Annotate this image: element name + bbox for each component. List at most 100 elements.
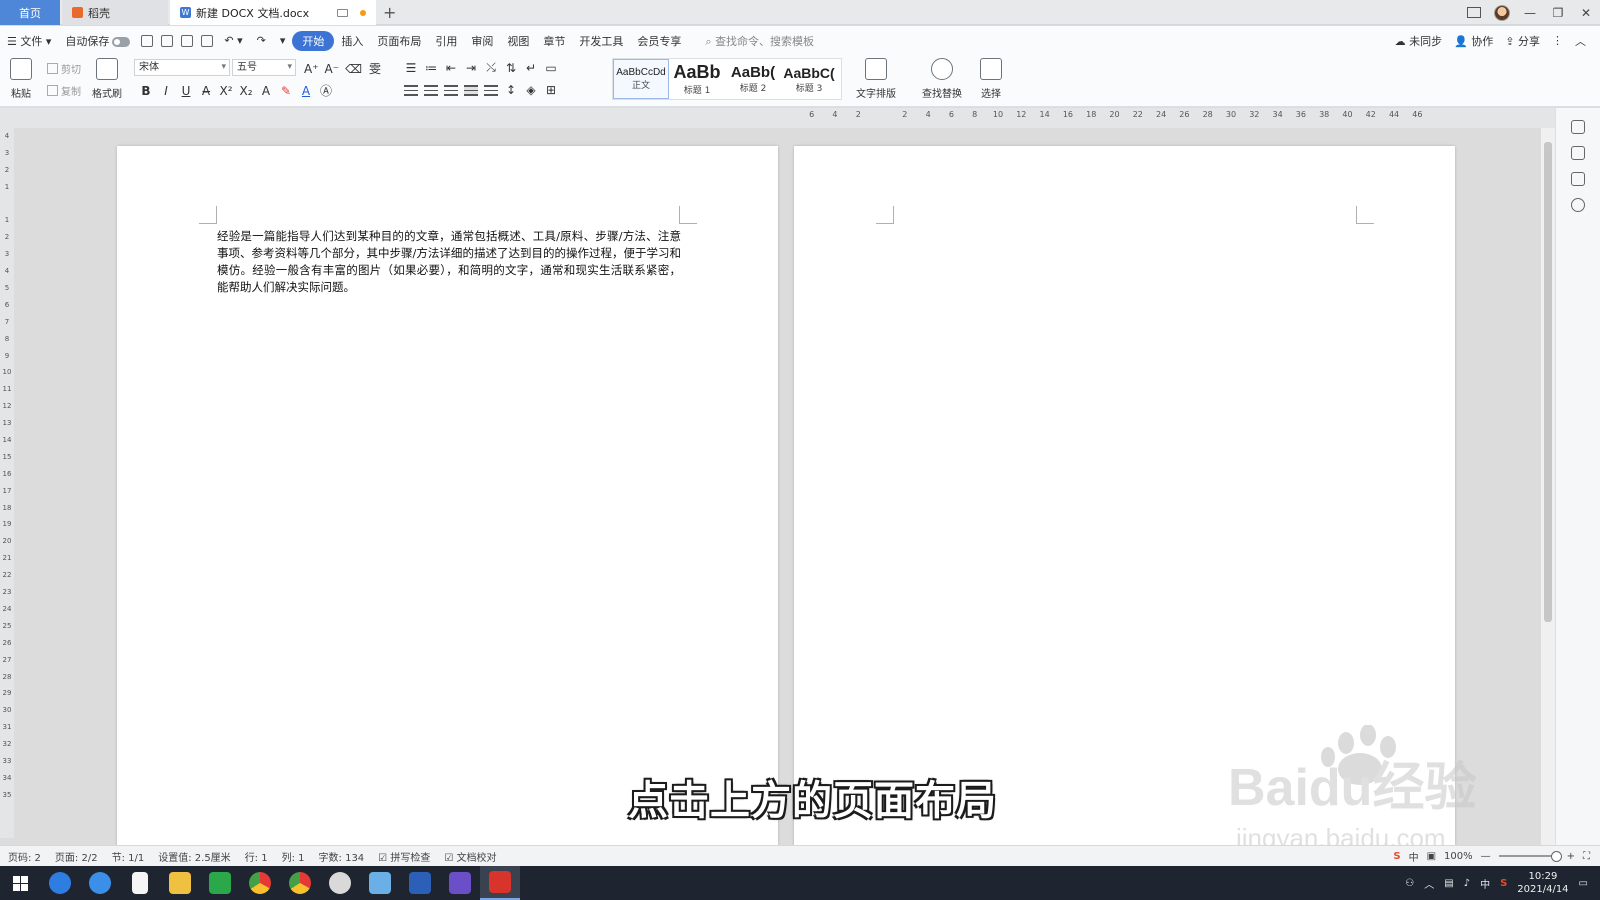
minimize-button[interactable]: —: [1516, 0, 1544, 25]
settings-sliders-icon[interactable]: [1571, 172, 1585, 186]
collaborate-button[interactable]: 👤 协作: [1454, 33, 1493, 49]
new-tab-button[interactable]: +: [383, 3, 396, 22]
taskbar-app-notes[interactable]: [360, 866, 400, 900]
font-color-icon[interactable]: A: [299, 84, 313, 98]
style-heading-2[interactable]: AaBb( 标题 2: [725, 59, 781, 99]
select-button[interactable]: 选择: [980, 58, 1002, 100]
tab-home[interactable]: 首页: [0, 0, 60, 25]
fullscreen-icon[interactable]: ⛶: [1583, 851, 1590, 862]
tab-document[interactable]: W 新建 DOCX 文档.docx: [170, 0, 376, 25]
share-button[interactable]: ⇪ 分享: [1505, 33, 1540, 49]
ime-toolbar-icon[interactable]: S: [1393, 851, 1400, 862]
file-menu[interactable]: ☰ 文件 ▾: [0, 33, 58, 49]
bullet-list-icon[interactable]: ☰: [404, 61, 418, 75]
vertical-scrollbar[interactable]: [1541, 128, 1555, 845]
find-replace-button[interactable]: 查找替换: [922, 58, 962, 100]
superscript-icon[interactable]: X²: [219, 84, 233, 98]
menu-item-references[interactable]: 引用: [428, 33, 464, 49]
numbered-list-icon[interactable]: ≔: [424, 61, 438, 75]
paste-button[interactable]: 粘贴: [10, 58, 32, 100]
tray-ime-mode[interactable]: 中: [1480, 876, 1490, 891]
status-word-count[interactable]: 字数: 134: [319, 849, 365, 864]
pointer-icon[interactable]: [1571, 146, 1585, 160]
strikethrough-icon[interactable]: A̶: [199, 84, 213, 98]
status-page-number[interactable]: 页码: 2: [8, 849, 41, 864]
char-border-icon[interactable]: Ⓐ: [319, 82, 333, 99]
copy-button[interactable]: 复制: [47, 83, 81, 98]
network-icon[interactable]: ▤: [1444, 878, 1453, 889]
people-icon[interactable]: ⚇: [1405, 878, 1414, 889]
underline-icon[interactable]: U: [179, 84, 193, 98]
zoom-level[interactable]: 100%: [1444, 851, 1473, 862]
align-right-icon[interactable]: [444, 84, 458, 96]
more-menu-icon[interactable]: ⋮: [1552, 34, 1563, 47]
zoom-in-button[interactable]: +: [1567, 851, 1575, 862]
document-page-1[interactable]: 经验是一篇能指导人们达到某种目的的文章，通常包括概述、工具/原料、步骤/方法、注…: [117, 146, 778, 845]
sync-status-button[interactable]: ☁ 未同步: [1395, 33, 1443, 49]
ime-mode[interactable]: 中: [1409, 849, 1419, 864]
tray-overflow-icon[interactable]: ︿: [1424, 876, 1434, 891]
sort-icon[interactable]: ⇅: [504, 61, 518, 75]
screen-cast-icon[interactable]: [337, 8, 348, 17]
quick-access-dropdown[interactable]: ▾: [273, 34, 293, 47]
taskbar-app-word[interactable]: [400, 866, 440, 900]
command-search[interactable]: ⌕ 查找命令、搜索模板: [698, 33, 821, 49]
redo-button[interactable]: ↷: [250, 34, 273, 47]
user-avatar-button[interactable]: [1488, 0, 1516, 25]
highlight-icon[interactable]: ✎: [279, 84, 293, 98]
style-normal[interactable]: AaBbCcDd 正文: [613, 59, 669, 99]
spell-check-button[interactable]: ☑ 拼写检查: [378, 849, 430, 864]
grow-font-icon[interactable]: A⁺: [304, 62, 319, 76]
zoom-out-button[interactable]: —: [1481, 851, 1491, 862]
align-center-icon[interactable]: [424, 84, 438, 96]
table-tools-icon[interactable]: ▭: [544, 61, 558, 75]
restore-button[interactable]: ❐: [1544, 0, 1572, 25]
tab-daoke[interactable]: 稻壳: [62, 0, 168, 25]
view-mode-icon[interactable]: ▣: [1427, 851, 1436, 862]
style-heading-1[interactable]: AaBb 标题 1: [669, 59, 725, 99]
taskbar-app-media[interactable]: [320, 866, 360, 900]
phonetic-guide-icon[interactable]: 雯: [368, 60, 382, 77]
system-clock[interactable]: 10:29 2021/4/14: [1517, 870, 1568, 896]
start-button[interactable]: [0, 866, 40, 900]
export-pdf-icon[interactable]: [161, 34, 174, 47]
shrink-font-icon[interactable]: A⁻: [325, 62, 340, 76]
help-icon[interactable]: [1571, 198, 1585, 212]
menu-item-start[interactable]: 开始: [292, 30, 335, 51]
sogou-tray-icon[interactable]: S: [1500, 878, 1507, 889]
taskbar-app-notepad[interactable]: [120, 866, 160, 900]
status-row[interactable]: 行: 1: [245, 849, 268, 864]
taskbar-app-browser[interactable]: [40, 866, 80, 900]
scrollbar-thumb[interactable]: [1544, 142, 1552, 622]
taskbar-app-chrome-2[interactable]: [280, 866, 320, 900]
shading-icon[interactable]: ◈: [524, 83, 538, 97]
font-name-select[interactable]: 宋体: [134, 59, 230, 76]
decrease-indent-icon[interactable]: ⇤: [444, 61, 458, 75]
print-preview-icon[interactable]: [201, 34, 214, 47]
cut-button[interactable]: 剪切: [47, 61, 81, 76]
collapse-ribbon-icon[interactable]: ︿: [1575, 33, 1586, 49]
document-page-2[interactable]: [794, 146, 1455, 845]
menu-item-page-layout[interactable]: 页面布局: [370, 33, 428, 49]
doc-check-button[interactable]: ☑ 文档校对: [444, 849, 496, 864]
autosave-toggle[interactable]: 自动保存: [58, 33, 137, 49]
zoom-slider[interactable]: [1498, 851, 1562, 862]
format-painter-button[interactable]: 格式刷: [92, 58, 122, 100]
taskbar-app-security[interactable]: [200, 866, 240, 900]
taskbar-app-wps[interactable]: [480, 866, 520, 900]
font-size-select[interactable]: 五号: [232, 59, 296, 76]
taskbar-app-sogou[interactable]: [80, 866, 120, 900]
status-pages[interactable]: 页面: 2/2: [55, 849, 98, 864]
save-icon[interactable]: [141, 34, 154, 47]
taskbar-app-explorer[interactable]: [160, 866, 200, 900]
undo-button[interactable]: ↶ ▾: [217, 34, 249, 47]
print-icon[interactable]: [181, 34, 194, 47]
volume-icon[interactable]: ♪: [1464, 878, 1470, 889]
show-marks-icon[interactable]: ↵: [524, 61, 538, 75]
menu-item-review[interactable]: 审阅: [464, 33, 500, 49]
chinese-layout-icon[interactable]: ⤯: [484, 60, 498, 75]
vertical-ruler[interactable]: 4 3 2 1 1 2 3 4 5 6 7 8 9 10 11 12 13 14 15 16 17 18 19 20 21 22 2…: [0, 128, 14, 838]
align-left-icon[interactable]: [404, 84, 418, 96]
clear-format-icon[interactable]: ⌫: [345, 62, 362, 76]
taskbar-app-chrome[interactable]: [240, 866, 280, 900]
